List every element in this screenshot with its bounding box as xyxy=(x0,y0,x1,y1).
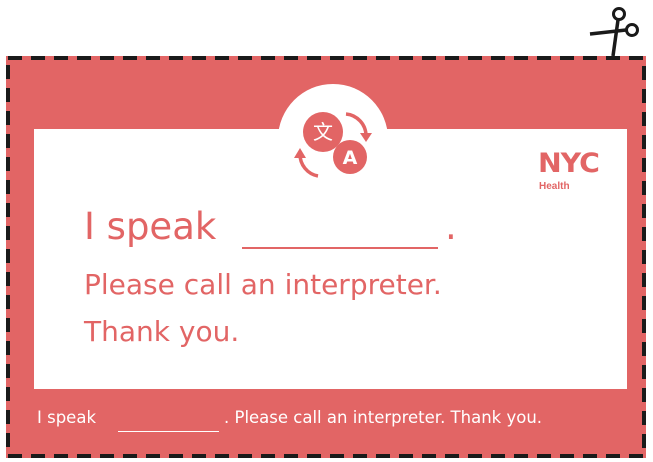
nyc-logo-health: Health xyxy=(539,181,570,192)
translate-icon: 文 A xyxy=(278,84,388,194)
scissors-icon xyxy=(589,7,639,56)
language-blank-line xyxy=(242,247,438,249)
svg-text:文: 文 xyxy=(313,120,333,144)
thank-you-text: Thank you. xyxy=(84,315,240,348)
i-speak-label: I speak xyxy=(84,205,217,248)
footer-message: . Please call an interpreter. Thank you. xyxy=(224,408,543,427)
i-speak-period: . xyxy=(445,205,457,248)
footer-blank-line xyxy=(118,431,219,432)
call-interpreter-text: Please call an interpreter. xyxy=(84,268,442,301)
nyc-logo-brand: NYC xyxy=(538,148,600,179)
footer-i-speak: I speak xyxy=(37,408,96,427)
svg-text:A: A xyxy=(343,147,358,169)
